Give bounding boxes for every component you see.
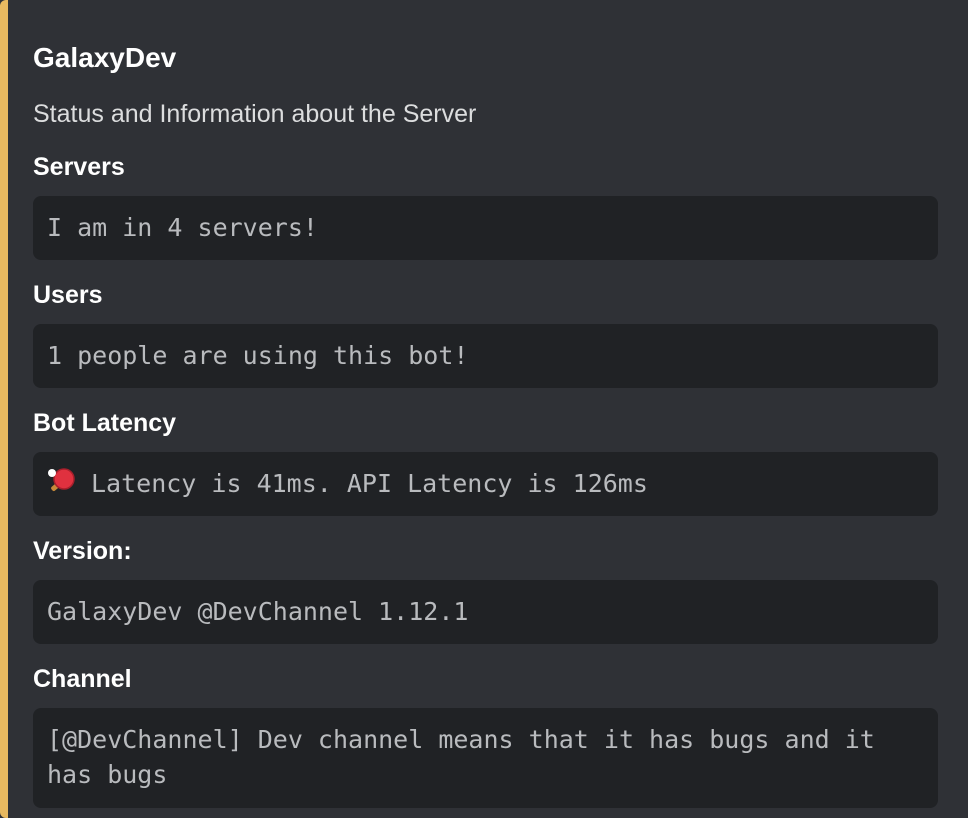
field-value-users: 1 people are using this bot!: [33, 324, 938, 388]
field-value-channel: [@DevChannel] Dev channel means that it …: [33, 708, 938, 808]
field-name-bot-latency: Bot Latency: [33, 409, 177, 437]
field-value-version-text: GalaxyDev @DevChannel 1.12.1: [47, 597, 469, 626]
field-name-channel: Channel: [33, 665, 132, 693]
field-value-users-text: 1 people are using this bot!: [47, 341, 469, 370]
embed-accent-bar: [0, 0, 8, 818]
field-value-servers-text: I am in 4 servers!: [47, 213, 318, 242]
field-value-servers: I am in 4 servers!: [33, 196, 938, 260]
field-name-version: Version:: [33, 537, 132, 565]
embed-title: GalaxyDev: [33, 42, 177, 73]
ping-pong-icon: [47, 468, 77, 496]
embed-description: Status and Information about the Server: [33, 100, 477, 128]
field-value-channel-text: [@DevChannel] Dev channel means that it …: [47, 725, 890, 789]
field-name-users: Users: [33, 281, 103, 309]
field-value-bot-latency: Latency is 41ms. API Latency is 126ms: [33, 452, 938, 516]
field-value-bot-latency-text: Latency is 41ms. API Latency is 126ms: [91, 469, 648, 498]
field-name-servers: Servers: [33, 153, 125, 181]
bot-status-embed: GalaxyDev Status and Information about t…: [0, 0, 968, 818]
field-value-version: GalaxyDev @DevChannel 1.12.1: [33, 580, 938, 644]
